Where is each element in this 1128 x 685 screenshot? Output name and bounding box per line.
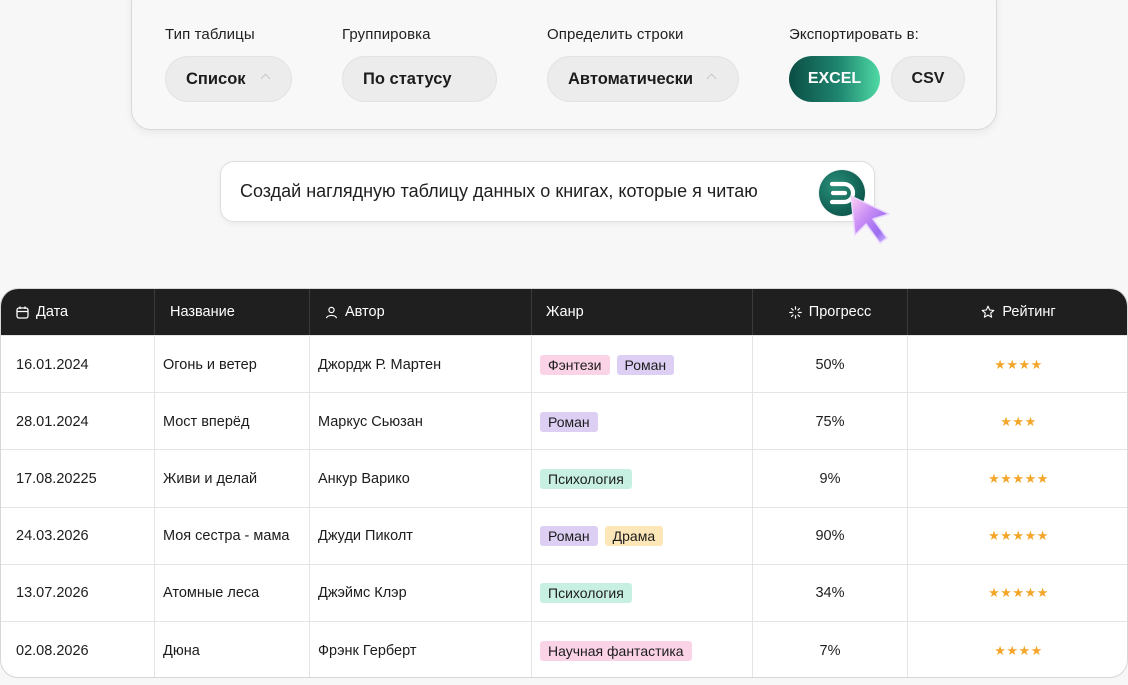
- cell-rating: ★★★★: [908, 336, 1127, 393]
- table-type-label: Тип таблицы: [165, 26, 255, 43]
- prompt-bar[interactable]: Создай наглядную таблицу данных о книгах…: [220, 161, 875, 222]
- table-row[interactable]: 17.08.20225 Живи и делай Анкур Варико Пс…: [1, 449, 1127, 508]
- table-type-value: Список: [186, 69, 246, 88]
- cell-genre: Научная фантастика: [532, 622, 753, 677]
- table-row[interactable]: 28.01.2024 Мост вперёд Маркус Сьюзан Ром…: [1, 392, 1127, 451]
- chevron-up-icon: [706, 73, 717, 84]
- cell-progress: 9%: [753, 450, 908, 508]
- cell-progress: 50%: [753, 336, 908, 393]
- cell-date: 24.03.2026: [1, 507, 155, 565]
- cell-author: Джуди Пиколт: [310, 507, 532, 565]
- cell-genre: Психология: [532, 450, 753, 508]
- table-options-panel: Тип таблицы Список Группировка По статус…: [131, 0, 997, 130]
- column-date[interactable]: Дата: [1, 289, 155, 335]
- loader-icon: [788, 305, 802, 319]
- rows-label: Определить строки: [547, 26, 684, 43]
- table-row[interactable]: 13.07.2026 Атомные леса Джэймс Клэр Псих…: [1, 563, 1127, 622]
- cell-progress: 7%: [753, 622, 908, 677]
- column-genre[interactable]: Жанр: [532, 289, 753, 335]
- rating-stars-icon: ★★★★: [994, 642, 1043, 658]
- export-label: Экспортировать в:: [789, 26, 919, 43]
- export-excel-button[interactable]: EXCEL: [789, 56, 880, 102]
- calendar-icon: [16, 306, 29, 319]
- star-outline-icon: [981, 305, 995, 319]
- rows-select[interactable]: Автоматически: [547, 56, 739, 102]
- cell-genre: Роман: [532, 393, 753, 451]
- cell-progress: 34%: [753, 564, 908, 622]
- cell-author: Анкур Варико: [310, 450, 532, 508]
- cell-date: 16.01.2024: [1, 336, 155, 393]
- prompt-input[interactable]: Создай наглядную таблицу данных о книгах…: [240, 181, 758, 202]
- pointer-cursor-icon: [850, 195, 890, 244]
- genre-tag[interactable]: Психология: [540, 583, 632, 604]
- column-author[interactable]: Автор: [310, 289, 532, 335]
- cell-author: Джордж Р. Мартен: [310, 336, 532, 393]
- cell-date: 02.08.2026: [1, 622, 155, 677]
- cell-rating: ★★★★: [908, 622, 1127, 677]
- cell-author: Джэймс Клэр: [310, 564, 532, 622]
- screen: Тип таблицы Список Группировка По статус…: [0, 0, 1128, 685]
- column-title[interactable]: Название: [155, 289, 310, 335]
- cell-date: 17.08.20225: [1, 450, 155, 508]
- cell-rating: ★★★★★: [908, 508, 1127, 565]
- rating-stars-icon: ★★★: [1000, 413, 1037, 429]
- genre-tag[interactable]: Роман: [540, 526, 598, 547]
- table-row[interactable]: 16.01.2024 Огонь и ветер Джордж Р. Марте…: [1, 335, 1127, 393]
- cell-title: Живи и делай: [155, 450, 310, 508]
- cell-date: 13.07.2026: [1, 564, 155, 622]
- cell-genre: Роман Драма: [532, 507, 753, 565]
- genre-tag[interactable]: Роман: [616, 354, 675, 375]
- rating-stars-icon: ★★★★★: [988, 585, 1049, 601]
- genre-tag[interactable]: Психология: [540, 468, 632, 489]
- column-rating[interactable]: Рейтинг: [908, 289, 1127, 335]
- table-row[interactable]: 02.08.2026 Дюна Фрэнк Герберт Научная фа…: [1, 621, 1127, 677]
- user-icon: [325, 306, 338, 319]
- cell-title: Моя сестра - мама: [155, 507, 310, 565]
- table-header: Дата Название Автор Жанр Прогресс Рейтин…: [1, 289, 1127, 335]
- genre-tag[interactable]: Роман: [540, 411, 598, 432]
- cell-title: Атомные леса: [155, 564, 310, 622]
- genre-tag[interactable]: Драма: [604, 526, 664, 547]
- cell-title: Дюна: [155, 622, 310, 677]
- grouping-value: По статусу: [363, 69, 452, 88]
- cell-title: Огонь и ветер: [155, 336, 310, 393]
- cell-rating: ★★★★★: [908, 450, 1127, 507]
- rows-value: Автоматически: [568, 69, 694, 88]
- table-row[interactable]: 24.03.2026 Моя сестра - мама Джуди Пикол…: [1, 506, 1127, 565]
- books-table: Дата Название Автор Жанр Прогресс Рейтин…: [0, 288, 1128, 678]
- column-progress[interactable]: Прогресс: [753, 289, 908, 335]
- genre-tag[interactable]: Фэнтези: [540, 354, 610, 375]
- table-type-select[interactable]: Список: [165, 56, 292, 102]
- rating-stars-icon: ★★★★★: [988, 528, 1049, 544]
- cell-genre: Фэнтези Роман: [532, 336, 753, 393]
- rating-stars-icon: ★★★★★: [988, 470, 1049, 486]
- cell-author: Маркус Сьюзан: [310, 393, 532, 451]
- cell-rating: ★★★★★: [908, 565, 1127, 622]
- rating-stars-icon: ★★★★: [994, 356, 1043, 372]
- cell-title: Мост вперёд: [155, 393, 310, 451]
- cell-genre: Психология: [532, 564, 753, 622]
- cell-rating: ★★★: [908, 393, 1127, 450]
- chevron-up-icon: [260, 73, 271, 84]
- grouping-select[interactable]: По статусу: [342, 56, 497, 102]
- cell-author: Фрэнк Герберт: [310, 622, 532, 677]
- cell-progress: 75%: [753, 393, 908, 451]
- grouping-label: Группировка: [342, 26, 431, 43]
- cell-progress: 90%: [753, 507, 908, 565]
- genre-tag[interactable]: Научная фантастика: [540, 640, 692, 661]
- export-csv-button[interactable]: CSV: [891, 56, 965, 102]
- cell-date: 28.01.2024: [1, 393, 155, 451]
